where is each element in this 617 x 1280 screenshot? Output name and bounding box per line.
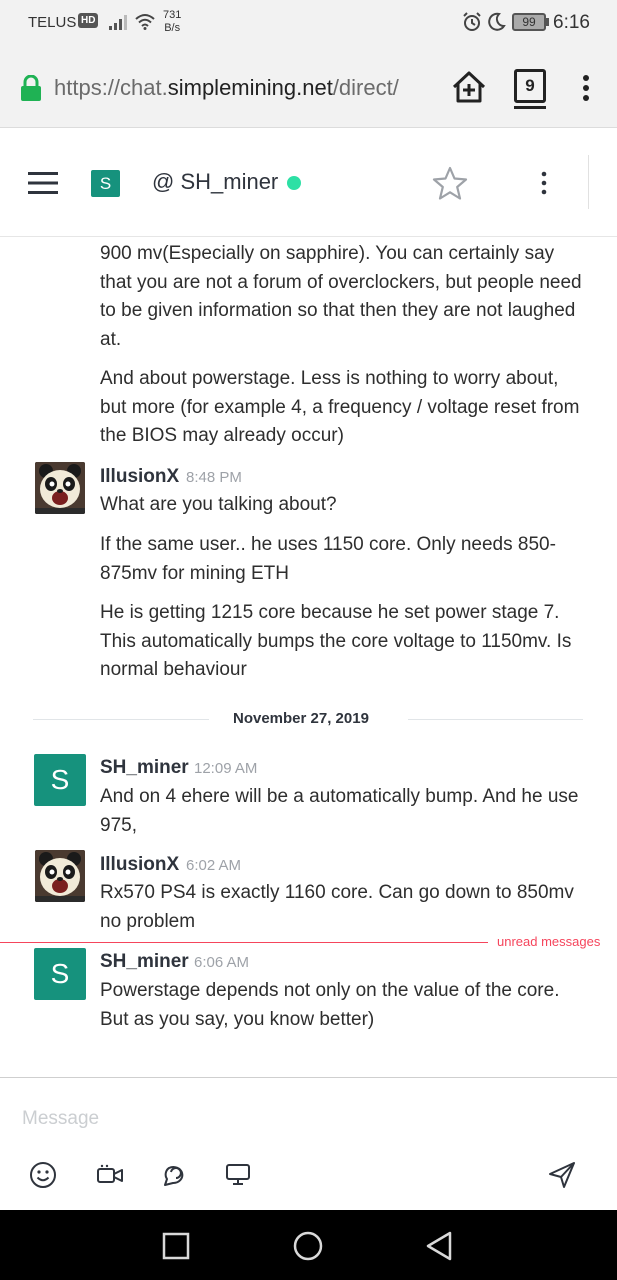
message-text: 900 mv(Especially on sapphire). You can …: [100, 243, 582, 350]
browser-menu-icon[interactable]: [578, 74, 594, 102]
url-suffix: /direct/: [332, 75, 399, 100]
browser-toolbar: https://chat.simplemining.net/direct/ 9: [0, 46, 617, 128]
avatar[interactable]: S: [34, 948, 86, 1000]
unread-divider-line: [0, 942, 488, 943]
system-navigation-bar: [0, 1210, 617, 1280]
message-text: Rx570 PS4 is exactly 1160 core. Can go d…: [100, 882, 574, 932]
tab-switcher-button[interactable]: 9: [514, 69, 546, 103]
day-divider-line: [33, 719, 209, 720]
signal-icon: [109, 15, 127, 30]
screen-share-icon[interactable]: [223, 1160, 253, 1190]
alarm-icon: [463, 12, 481, 31]
message-timestamp: 8:48 PM: [186, 469, 242, 486]
send-icon[interactable]: [547, 1160, 577, 1190]
clock: 6:16: [553, 12, 590, 33]
url-fade: [396, 70, 438, 106]
unread-divider: unread messages: [497, 934, 601, 949]
favorite-star-icon[interactable]: [432, 166, 468, 200]
online-status-indicator: [287, 176, 301, 190]
wifi-icon: [135, 14, 155, 30]
room-menu-icon[interactable]: [537, 171, 551, 195]
battery-icon: 99: [512, 13, 546, 31]
discussion-icon[interactable]: [159, 1160, 189, 1190]
video-icon[interactable]: [95, 1160, 125, 1190]
moon-icon: [488, 12, 506, 31]
recents-icon[interactable]: [160, 1230, 192, 1262]
message-username[interactable]: SH_miner: [100, 757, 189, 779]
day-divider: November 27, 2019: [233, 710, 369, 727]
message-input[interactable]: [22, 1104, 582, 1134]
status-bar: TELUS HD 731 B/s 99 6:16: [0, 0, 617, 46]
battery-tip: [546, 18, 549, 26]
panda-avatar-image: [35, 850, 85, 902]
avatar[interactable]: S: [34, 754, 86, 806]
screen: TELUS HD 731 B/s 99 6:16 https://chat.si…: [0, 0, 617, 1280]
url-prefix: https://chat.: [54, 75, 168, 100]
network-speed: 731 B/s: [163, 9, 182, 34]
lock-icon[interactable]: [20, 75, 42, 101]
home-icon[interactable]: [292, 1230, 324, 1262]
address-bar[interactable]: https://chat.simplemining.net/direct/: [54, 75, 436, 103]
message-username[interactable]: IllusionX: [100, 466, 179, 488]
message-text: Powerstage depends not only on the value…: [100, 980, 560, 1030]
message-composer: [0, 1077, 617, 1209]
message-timestamp: 6:06 AM: [194, 954, 250, 971]
back-icon[interactable]: [424, 1230, 456, 1262]
hd-badge: HD: [78, 13, 99, 28]
emoji-icon[interactable]: [28, 1160, 58, 1190]
message-text: He is getting 1215 core because he set p…: [100, 602, 572, 680]
message-text: And on 4 ehere will be a automatically b…: [100, 786, 579, 836]
message-list[interactable]: 900 mv(Especially on sapphire). You can …: [0, 238, 617, 1076]
message-text: If the same user.. he uses 1150 core. On…: [100, 534, 556, 584]
message-username[interactable]: IllusionX: [100, 854, 179, 876]
message-username[interactable]: SH_miner: [100, 951, 189, 973]
add-to-home-icon[interactable]: [451, 70, 487, 104]
carrier-label: TELUS: [28, 14, 77, 31]
panda-avatar-image: [35, 462, 85, 514]
message-timestamp: 12:09 AM: [194, 760, 258, 777]
room-title[interactable]: @ SH_miner: [152, 169, 278, 195]
header-divider: [588, 155, 589, 209]
message-text: What are you talking about?: [100, 494, 337, 515]
hamburger-menu-icon[interactable]: [28, 170, 58, 196]
day-divider-line: [408, 719, 583, 720]
message-timestamp: 6:02 AM: [186, 857, 242, 874]
avatar[interactable]: [35, 462, 85, 514]
room-avatar[interactable]: S: [91, 170, 120, 197]
tab-switcher-underline: [514, 106, 546, 109]
url-host: simplemining.net: [167, 75, 333, 100]
room-header: S @ SH_miner: [0, 129, 617, 237]
avatar[interactable]: [35, 850, 85, 902]
message-text: And about powerstage. Less is nothing to…: [100, 368, 580, 446]
